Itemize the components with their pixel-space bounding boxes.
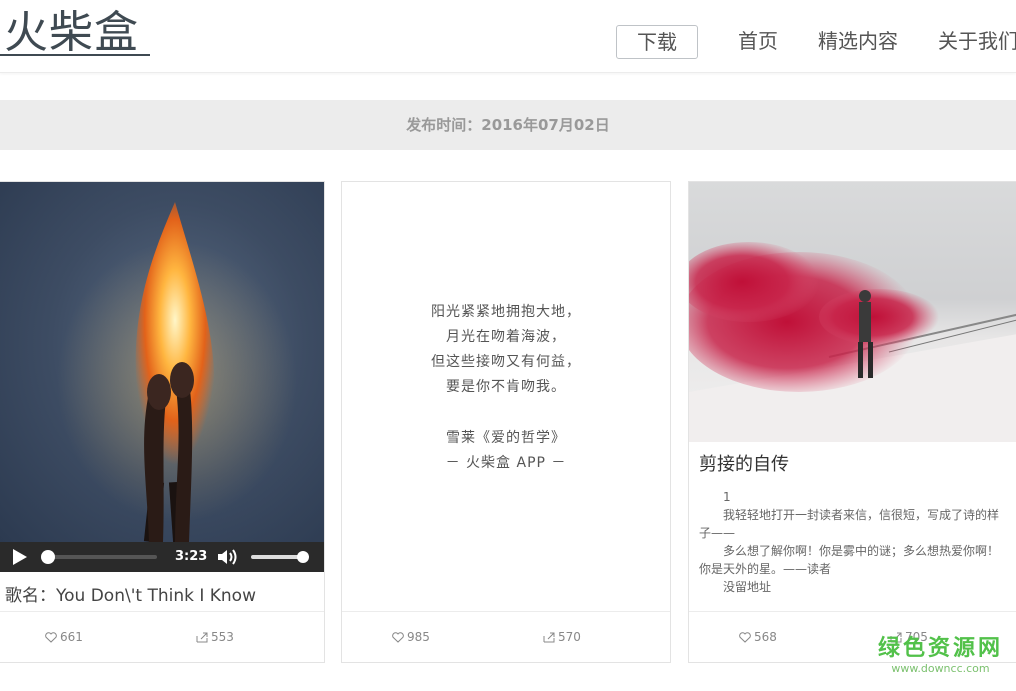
burning-matches-illustration <box>57 202 297 542</box>
poem-card: 阳光紧紧地拥抱大地， 月光在吻着海波， 但这些接吻又有何益， 要是你不肯吻我。 … <box>341 181 671 663</box>
card-footer: 661 553 <box>0 611 324 662</box>
share-button[interactable]: 553 <box>196 630 234 644</box>
site-logo[interactable]: 火柴盒 <box>4 8 139 58</box>
seek-handle[interactable] <box>41 550 55 564</box>
logo-underline <box>0 54 150 56</box>
download-button[interactable]: 下载 <box>616 25 698 59</box>
music-card: 3:23 歌名：You Don\'t Think I Know 661 553 <box>0 181 325 663</box>
share-count: 570 <box>558 630 581 644</box>
like-button[interactable]: 661 <box>45 630 83 644</box>
song-title: 歌名：You Don\'t Think I Know <box>5 586 256 606</box>
article-paragraph: 我轻轻地打开一封读者来信，信很短，写成了诗的样子—— <box>699 508 1000 540</box>
article-excerpt: 1 我轻轻地打开一封读者来信，信很短，写成了诗的样子—— 多么想了解你啊！你是雾… <box>699 488 1009 596</box>
share-button[interactable]: 570 <box>543 630 581 644</box>
card-footer: 985 570 <box>342 611 670 662</box>
share-icon <box>543 632 555 643</box>
like-button[interactable]: 568 <box>739 630 777 644</box>
share-icon <box>196 632 208 643</box>
playback-time: 3:23 <box>175 549 208 564</box>
play-icon[interactable] <box>13 549 27 565</box>
poem-app-credit: － 火柴盒 APP － <box>445 455 567 471</box>
nav-featured[interactable]: 精选内容 <box>818 28 898 54</box>
like-count: 985 <box>407 630 430 644</box>
volume-handle[interactable] <box>297 551 309 563</box>
red-smoke-illustration <box>689 242 1016 442</box>
like-count: 661 <box>60 630 83 644</box>
watermark-name: 绿色资源网 <box>878 636 1004 661</box>
burning-matches-image <box>0 182 324 542</box>
like-count: 568 <box>754 630 777 644</box>
article-paragraph: 多么想了解你啊！你是雾中的谜；多么想热爱你啊！你是天外的星。——读者 <box>699 544 1000 576</box>
heart-icon <box>392 632 404 643</box>
red-smoke-image <box>689 182 1016 442</box>
heart-icon <box>45 632 57 643</box>
like-button[interactable]: 985 <box>392 630 430 644</box>
poem-line: 月光在吻着海波， <box>446 329 566 345</box>
poem-text: 阳光紧紧地拥抱大地， 月光在吻着海波， 但这些接吻又有何益， 要是你不肯吻我。 … <box>342 300 670 476</box>
poem-line: 阳光紧紧地拥抱大地， <box>431 304 581 320</box>
audio-player: 3:23 <box>0 542 324 572</box>
seek-bar[interactable] <box>43 555 157 559</box>
share-count: 553 <box>211 630 234 644</box>
article-card: 剪接的自传 1 我轻轻地打开一封读者来信，信很短，写成了诗的样子—— 多么想了解… <box>688 181 1016 663</box>
site-header: 火柴盒 下载 首页 精选内容 关于我们 <box>0 0 1016 73</box>
article-paragraph: 1 <box>723 490 731 504</box>
site-watermark: 绿色资源网 www.downcc.com <box>878 636 1003 676</box>
heart-icon <box>739 632 751 643</box>
publish-date-bar: 发布时间：2016年07月02日 <box>0 100 1016 150</box>
poem-source: 雪莱《爱的哲学》 <box>446 430 566 446</box>
volume-icon[interactable] <box>216 548 240 566</box>
watermark-url: www.downcc.com <box>891 662 990 675</box>
nav-home[interactable]: 首页 <box>738 28 778 54</box>
article-title[interactable]: 剪接的自传 <box>699 450 789 476</box>
nav-about[interactable]: 关于我们 <box>938 28 1016 54</box>
article-paragraph: 没留地址 <box>723 580 772 594</box>
poem-line: 要是你不肯吻我。 <box>446 379 566 395</box>
poem-line: 但这些接吻又有何益， <box>431 354 581 370</box>
